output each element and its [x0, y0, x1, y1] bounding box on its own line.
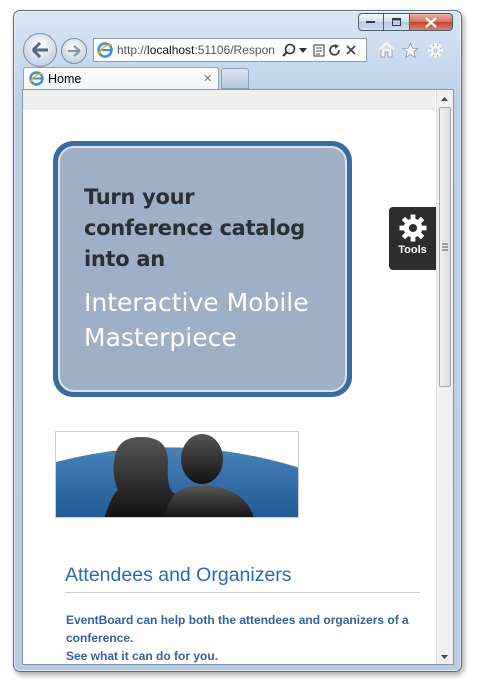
back-button[interactable] — [23, 33, 57, 67]
forward-button[interactable] — [61, 38, 87, 64]
refresh-icon[interactable] — [329, 43, 341, 57]
stop-icon[interactable] — [346, 45, 356, 55]
page-header-stripe — [23, 90, 435, 110]
promo-panel: Turn your conference catalog into an Int… — [58, 146, 347, 392]
forward-arrow-icon — [68, 45, 81, 57]
scrollbar-thumb[interactable] — [439, 107, 451, 387]
scroll-up-icon[interactable] — [437, 94, 452, 104]
home-icon[interactable] — [377, 41, 395, 59]
section-heading: Attendees and Organizers — [65, 564, 292, 586]
close-window-button[interactable] — [410, 13, 453, 31]
tab-close-icon[interactable]: × — [203, 70, 212, 87]
scroll-down-icon[interactable] — [437, 652, 452, 662]
address-bar[interactable]: http://localhost:51106/Respon — [93, 38, 367, 62]
grip-icon — [442, 243, 448, 251]
people-silhouette-icon — [56, 434, 298, 517]
section-text-1: EventBoard can help both the attendees a… — [66, 613, 409, 645]
tab-title: Home — [48, 71, 82, 86]
tools-label: Tools — [398, 244, 427, 256]
gear-icon — [399, 214, 426, 242]
caption-buttons — [358, 13, 453, 32]
ie-tab-icon — [29, 71, 44, 86]
search-icon[interactable] — [282, 43, 296, 57]
section-body: EventBoard can help both the attendees a… — [66, 611, 426, 664]
promo-banner: Turn your conference catalog into an Int… — [53, 141, 352, 397]
back-arrow-icon — [31, 42, 48, 58]
page-viewport: Turn your conference catalog into an Int… — [22, 89, 454, 665]
promo-tagline: Interactive Mobile Masterpiece — [84, 288, 309, 352]
vertical-scrollbar[interactable] — [436, 90, 453, 664]
attendees-banner-image — [55, 431, 299, 518]
minimize-button[interactable] — [358, 13, 384, 31]
dropdown-arrow-icon[interactable] — [299, 47, 307, 53]
compatibility-view-icon[interactable] — [313, 43, 325, 57]
maximize-button[interactable] — [384, 13, 410, 31]
tab-home[interactable]: Home × — [23, 67, 219, 89]
section-divider — [65, 592, 420, 593]
browser-window: http://localhost:51106/Respon Home × Tur… — [13, 10, 462, 672]
url-text: http://localhost:51106/Respon — [117, 43, 275, 57]
ie-page-icon — [97, 42, 113, 58]
settings-gear-icon[interactable] — [426, 41, 444, 59]
promo-headline: Turn your conference catalog into an — [84, 185, 305, 271]
new-tab-button[interactable] — [221, 68, 249, 89]
tools-button[interactable]: Tools — [389, 207, 436, 270]
favorites-star-icon[interactable] — [401, 41, 419, 59]
section-text-2: See what it can do for you. — [66, 649, 219, 663]
